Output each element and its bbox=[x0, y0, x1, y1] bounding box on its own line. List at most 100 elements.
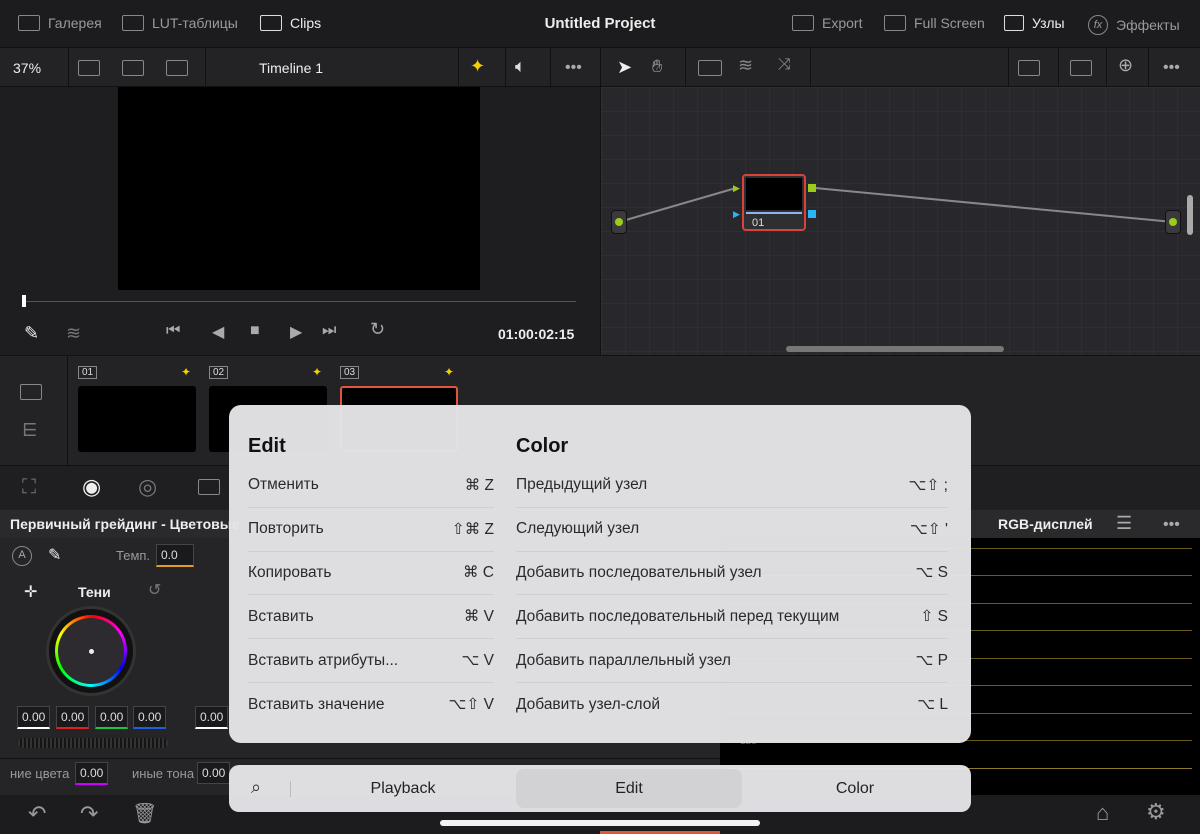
parallel-icon[interactable]: ⤨ bbox=[778, 56, 791, 74]
curves-icon[interactable] bbox=[198, 479, 220, 495]
vertical-scrollbar[interactable] bbox=[1187, 195, 1193, 235]
home-indicator[interactable] bbox=[440, 820, 760, 826]
node-01[interactable]: 01 bbox=[742, 174, 806, 231]
clip-thumbnail[interactable] bbox=[78, 386, 196, 452]
pointer-tool-icon[interactable]: ➤ bbox=[617, 57, 632, 78]
blue-value[interactable]: 0.00 bbox=[133, 706, 167, 729]
scope-more-button[interactable]: ••• bbox=[1163, 516, 1180, 534]
grid-view-icon[interactable] bbox=[122, 60, 144, 76]
loop-icon[interactable]: ↻ bbox=[370, 319, 385, 340]
crosshair-icon[interactable]: ✛ bbox=[24, 582, 37, 602]
camera-raw-icon[interactable]: ⛶ bbox=[22, 476, 36, 499]
eyedropper-icon[interactable]: ✎ bbox=[24, 323, 39, 344]
play-icon[interactable]: ▶ bbox=[290, 322, 302, 342]
input-node[interactable] bbox=[611, 210, 627, 234]
viewer-more-button[interactable]: ••• bbox=[565, 59, 582, 77]
auto-balance-icon[interactable]: A bbox=[12, 546, 32, 566]
rgb-output[interactable] bbox=[808, 184, 816, 192]
horizontal-scrollbar[interactable] bbox=[786, 346, 1004, 352]
master-jog-wheel[interactable] bbox=[18, 738, 168, 748]
green-value[interactable]: 0.00 bbox=[95, 706, 129, 729]
menu-item[interactable]: Добавить последовательный перед текущим ⇧… bbox=[516, 595, 948, 640]
scope-settings-icon[interactable]: ☰ bbox=[1116, 513, 1132, 534]
playhead[interactable] bbox=[22, 295, 26, 307]
play-reverse-icon[interactable]: ◀ bbox=[212, 322, 224, 342]
video-preview bbox=[118, 87, 480, 290]
nodes-icon bbox=[1004, 15, 1024, 31]
serial-node-icon[interactable] bbox=[698, 60, 722, 76]
edit-section: Edit Отменить ⌘ Z Повторить ⇧⌘ Z Копировать ⌘… bbox=[248, 435, 494, 727]
rgb-input-icon[interactable]: ▶ bbox=[733, 183, 740, 194]
zoom-level[interactable]: 37% bbox=[13, 60, 41, 76]
add-node-icon[interactable]: ⊕ bbox=[1118, 55, 1133, 76]
skip-forward-icon[interactable]: ⏭ bbox=[322, 322, 336, 340]
menu-item-label: Вставить bbox=[248, 607, 314, 625]
menu-item[interactable]: Следующий узел ⌥⇧ ' bbox=[516, 508, 948, 552]
primary-wheels-icon[interactable]: ◉ bbox=[82, 474, 101, 500]
shadows-wheel[interactable] bbox=[46, 606, 136, 696]
node-more-button[interactable]: ••• bbox=[1163, 59, 1180, 77]
tab-color[interactable]: Color bbox=[742, 769, 968, 808]
tab-edit[interactable]: Edit bbox=[516, 769, 742, 808]
reset-icon[interactable]: ↺ bbox=[148, 580, 161, 600]
shadows-field[interactable]: 0.00 bbox=[197, 762, 231, 784]
menu-item[interactable]: Вставить атрибуты... ⌥ V bbox=[248, 639, 494, 683]
menu-item[interactable]: Вставить ⌘ V bbox=[248, 595, 494, 640]
wheel2-value[interactable]: 0.00 bbox=[195, 706, 229, 729]
scrubber-track[interactable] bbox=[24, 301, 576, 302]
temp-field[interactable]: 0.0 bbox=[156, 544, 194, 567]
menu-item[interactable]: Вставить значение ⌥⇧ V bbox=[248, 683, 494, 727]
skip-back-icon[interactable]: ⏮ bbox=[166, 322, 180, 340]
alpha-output[interactable] bbox=[808, 210, 816, 218]
menu-item[interactable]: Копировать ⌘ C bbox=[248, 552, 494, 596]
fit-icon[interactable] bbox=[1070, 60, 1092, 76]
red-value[interactable]: 0.00 bbox=[56, 706, 90, 729]
menu-item[interactable]: Добавить последовательный узел ⌥ S bbox=[516, 552, 948, 596]
temp-label: Темп. bbox=[116, 548, 151, 563]
output-node[interactable] bbox=[1165, 210, 1181, 234]
eyedropper-icon[interactable]: ✎ bbox=[48, 545, 61, 565]
settings-gear-icon[interactable]: ⚙ bbox=[1146, 799, 1166, 825]
color-section: Color Предыдущий узел ⌥⇧ ; Следующий узел ⌥… bbox=[516, 435, 948, 727]
effects-button[interactable]: fx Эффекты bbox=[1088, 15, 1180, 35]
stop-icon[interactable]: ■ bbox=[250, 322, 260, 340]
split-view-icon[interactable] bbox=[78, 60, 100, 76]
master-value[interactable]: 0.00 bbox=[17, 706, 51, 729]
menu-item-label: Повторить bbox=[248, 520, 324, 538]
timeline-icon[interactable]: ⋿ bbox=[22, 420, 38, 441]
menu-item-label: Добавить последовательный узел bbox=[516, 563, 762, 581]
home-icon[interactable]: ⌂ bbox=[1096, 800, 1109, 826]
export-button[interactable]: Export bbox=[792, 15, 862, 31]
hand-tool-icon[interactable]: ✋︎ bbox=[652, 56, 662, 77]
alpha-input-icon[interactable]: ▶ bbox=[733, 209, 740, 220]
undo-icon[interactable]: ↶ bbox=[28, 801, 46, 827]
menu-item-shortcut: ⌘ C bbox=[463, 564, 494, 582]
menu-item[interactable]: Добавить параллельный узел ⌥ P bbox=[516, 639, 948, 683]
clips-icon[interactable] bbox=[20, 384, 42, 400]
nodes-button[interactable]: Узлы bbox=[1004, 15, 1065, 31]
node-editor[interactable]: 01 ▶ ▶ bbox=[600, 87, 1200, 355]
trash-icon[interactable]: 🗑︎ bbox=[132, 801, 157, 826]
scope-mode-selector[interactable]: RGB-дисплей bbox=[998, 516, 1093, 532]
compare-icon[interactable] bbox=[166, 60, 188, 76]
layers-icon[interactable]: ≋ bbox=[738, 55, 753, 76]
menu-item[interactable]: Добавить узел-слой ⌥ L bbox=[516, 683, 948, 727]
menu-item[interactable]: Повторить ⇧⌘ Z bbox=[248, 508, 494, 552]
menu-item[interactable]: Отменить ⌘ Z bbox=[248, 464, 494, 508]
menu-item-label: Предыдущий узел bbox=[516, 476, 648, 494]
color-boost-field[interactable]: 0.00 bbox=[75, 762, 109, 785]
search-icon[interactable]: ⌕ bbox=[251, 777, 261, 798]
layers-icon[interactable]: ≋ bbox=[66, 323, 81, 344]
menu-item-label: Добавить узел-слой bbox=[516, 695, 661, 713]
fullscreen-button[interactable]: Full Screen bbox=[884, 15, 985, 31]
hdr-icon[interactable]: ◎ bbox=[138, 474, 157, 500]
menu-item-shortcut: ⌥ S bbox=[915, 564, 948, 582]
color-boost-label: ние цвета bbox=[10, 766, 70, 781]
speaker-icon[interactable]: 🔈︎ bbox=[515, 56, 526, 77]
tab-playback[interactable]: Playback bbox=[290, 769, 516, 808]
magic-icon[interactable]: ✦ bbox=[470, 56, 485, 77]
image-icon[interactable] bbox=[1018, 60, 1040, 76]
redo-icon[interactable]: ↷ bbox=[80, 801, 98, 827]
menu-item[interactable]: Предыдущий узел ⌥⇧ ; bbox=[516, 464, 948, 508]
timeline-selector[interactable]: Timeline 1 bbox=[259, 60, 323, 76]
